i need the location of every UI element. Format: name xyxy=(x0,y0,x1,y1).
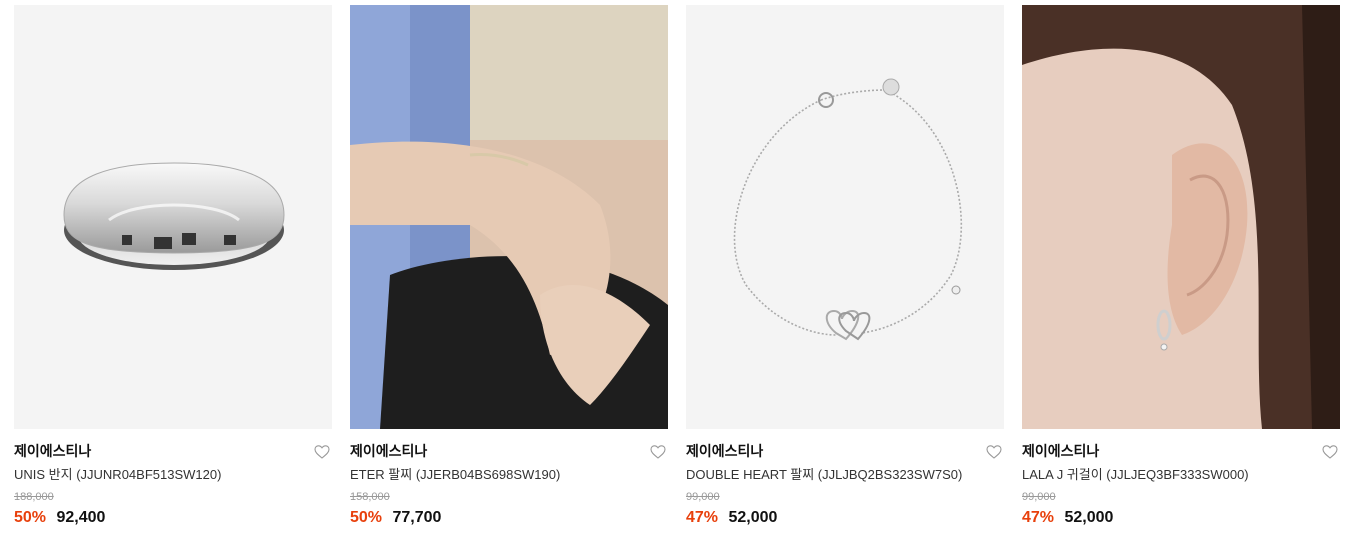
product-brand: 제이에스티나 xyxy=(14,443,92,459)
product-image-earring-model[interactable] xyxy=(1022,5,1340,429)
sale-price: 52,000 xyxy=(728,509,778,526)
product-card[interactable]: 제이에스티나 LALA J 귀걸이 (JJLJEQ3BF333SW000) 99… xyxy=(1022,5,1340,528)
original-price: 188,000 xyxy=(14,491,54,503)
product-card[interactable]: 제이에스티나 UNIS 반지 (JJUNR04BF513SW120) 188,0… xyxy=(14,5,332,528)
sale-price: 52,000 xyxy=(1064,509,1114,526)
discount-rate: 47% xyxy=(686,509,719,526)
heart-outline-icon[interactable] xyxy=(314,444,330,460)
product-brand: 제이에스티나 xyxy=(350,443,428,459)
discount-rate: 50% xyxy=(350,509,383,526)
price-row: 47% 52,000 xyxy=(1022,508,1340,528)
price-row: 47% 52,000 xyxy=(686,508,1004,528)
product-image-double-heart[interactable] xyxy=(686,5,1004,429)
silver-ring-image xyxy=(63,162,285,270)
sale-price: 77,700 xyxy=(392,509,442,526)
original-price: 99,000 xyxy=(1022,491,1056,503)
heart-outline-icon[interactable] xyxy=(650,444,666,460)
price-row: 50% 77,700 xyxy=(350,508,668,528)
discount-rate: 47% xyxy=(1022,509,1055,526)
product-grid: 제이에스티나 UNIS 반지 (JJUNR04BF513SW120) 188,0… xyxy=(0,0,1349,528)
product-card[interactable]: 제이에스티나 DOUBLE HEART 팔찌 (JJLJBQ2BS323SW7S… xyxy=(686,5,1004,528)
original-price: 99,000 xyxy=(686,491,720,503)
original-price: 158,000 xyxy=(350,491,390,503)
product-name[interactable]: ETER 팔찌 (JJERB04BS698SW190) xyxy=(350,467,668,483)
product-name[interactable]: UNIS 반지 (JJUNR04BF513SW120) xyxy=(14,467,332,483)
heart-outline-icon[interactable] xyxy=(986,444,1002,460)
product-name[interactable]: LALA J 귀걸이 (JJLJEQ3BF333SW000) xyxy=(1022,467,1340,483)
product-card[interactable]: 제이에스티나 ETER 팔찌 (JJERB04BS698SW190) 158,0… xyxy=(350,5,668,528)
product-name[interactable]: DOUBLE HEART 팔찌 (JJLJBQ2BS323SW7S0) xyxy=(686,467,1004,483)
double-heart-bracelet-image xyxy=(733,78,963,341)
earring-on-ear-photo xyxy=(1022,5,1340,429)
discount-rate: 50% xyxy=(14,509,47,526)
price-row: 50% 92,400 xyxy=(14,508,332,528)
heart-outline-icon[interactable] xyxy=(1322,444,1338,460)
sale-price: 92,400 xyxy=(56,509,106,526)
bracelet-on-wrist-photo xyxy=(350,5,668,429)
product-image-ring[interactable] xyxy=(14,5,332,429)
product-image-bracelet-model[interactable] xyxy=(350,5,668,429)
product-brand: 제이에스티나 xyxy=(1022,443,1100,459)
product-brand: 제이에스티나 xyxy=(686,443,764,459)
